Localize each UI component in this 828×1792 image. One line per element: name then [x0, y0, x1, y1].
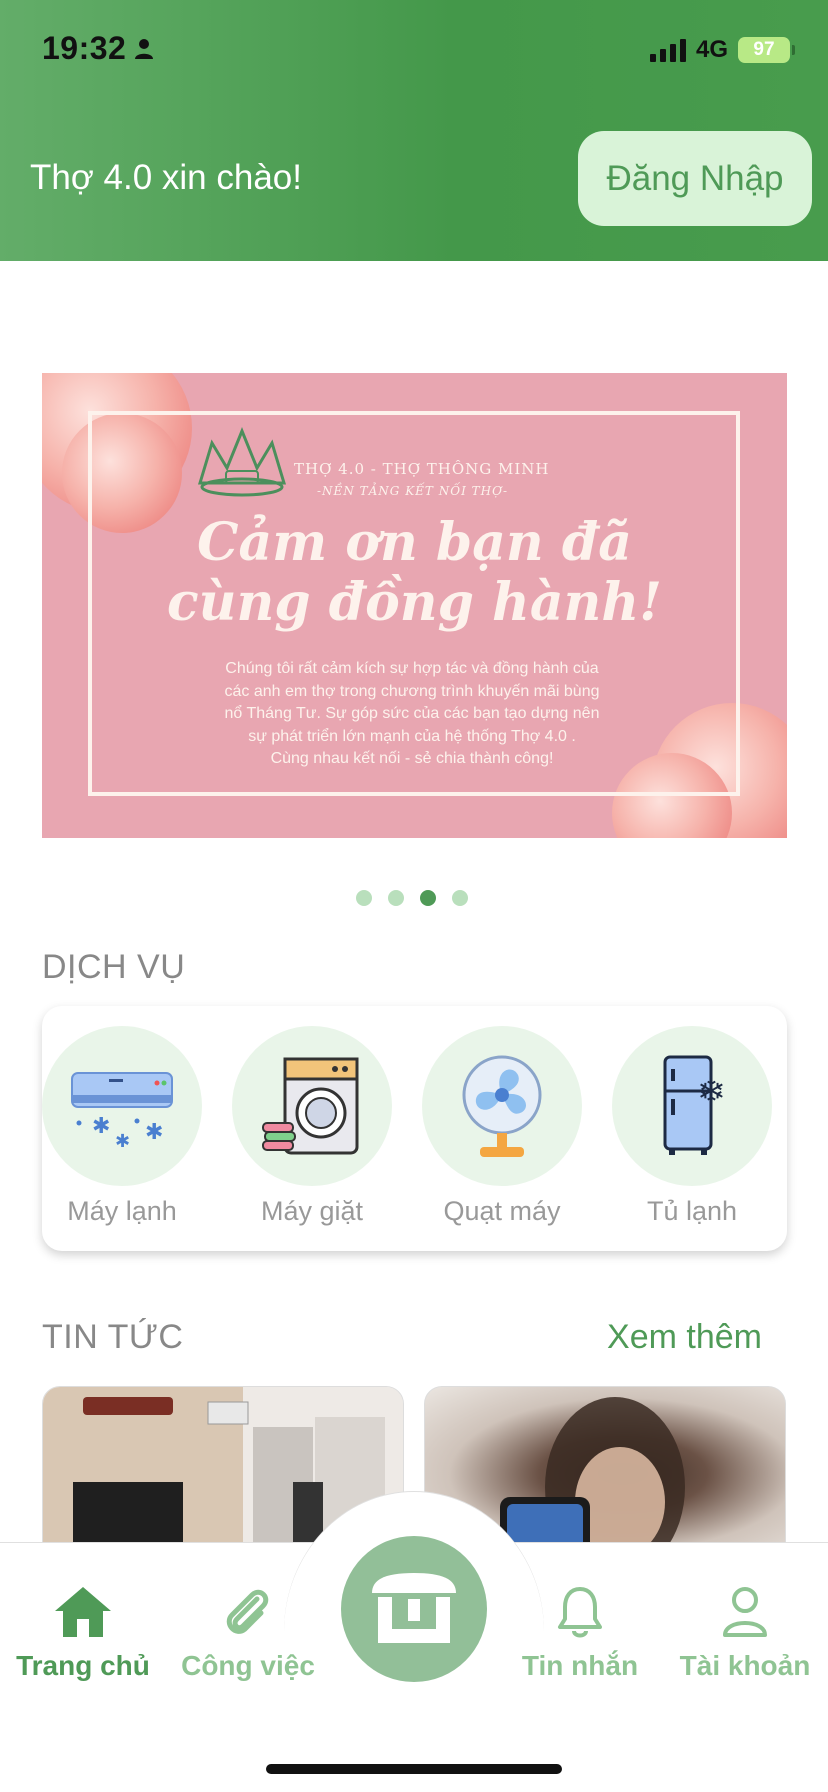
bell-icon	[558, 1587, 602, 1638]
carousel-dot-active[interactable]	[420, 890, 436, 906]
carousel-dot[interactable]	[356, 890, 372, 906]
service-fan[interactable]: Quạt máy	[422, 1026, 582, 1227]
paperclip-icon	[226, 1589, 269, 1634]
svg-text:✱: ✱	[115, 1131, 130, 1151]
home-icon	[55, 1587, 111, 1637]
app-header: 19:32 4G 97 Thợ 4.0 xin chào! Đăng Nhập	[0, 0, 828, 261]
status-time: 19:32	[42, 30, 154, 67]
service-washing-machine[interactable]: Máy giặt	[232, 1026, 392, 1227]
banner-body: Chúng tôi rất cảm kích sự hợp tác và đồn…	[224, 660, 600, 767]
fridge-icon: ❄	[663, 1055, 726, 1155]
greeting-text: Thợ 4.0 xin chào!	[30, 158, 302, 197]
crown-logo-icon	[197, 427, 287, 497]
service-label: Máy lạnh	[67, 1196, 177, 1226]
svg-text:✱: ✱	[92, 1114, 110, 1139]
service-label: Quạt máy	[443, 1196, 561, 1226]
person-icon	[135, 38, 154, 59]
carousel-dot[interactable]	[452, 890, 468, 906]
washing-machine-icon	[262, 1057, 359, 1155]
store-icon	[372, 1573, 456, 1643]
network-type: 4G	[695, 36, 728, 63]
service-air-conditioner[interactable]: ✱ ✱ ✱ Máy lạnh	[42, 1026, 202, 1227]
nav-home[interactable]: Trang chủ	[3, 1584, 163, 1682]
nav-account[interactable]: Tài khoản	[665, 1584, 825, 1682]
service-label: Máy giặt	[260, 1196, 364, 1226]
nav-messages[interactable]: Tin nhắn	[500, 1584, 660, 1682]
svg-text:✱: ✱	[145, 1120, 163, 1145]
promo-banner[interactable]: THỢ 4.0 - THỢ THÔNG MINH -NỀN TẢNG KẾT N…	[42, 373, 787, 838]
battery-level: 97	[753, 39, 775, 60]
nav-label: Tin nhắn	[521, 1650, 639, 1681]
service-label: Tủ lạnh	[646, 1196, 738, 1226]
user-icon	[723, 1587, 767, 1637]
nav-jobs[interactable]: Công việc	[168, 1584, 328, 1682]
services-card: ✱ ✱ ✱ Máy lạnh Máy giặt Quạt máy ❄ Tủ lạ…	[42, 1006, 787, 1251]
service-fridge[interactable]: ❄ Tủ lạnh	[612, 1026, 772, 1227]
status-indicators: 4G 97	[649, 36, 795, 64]
nav-label: Tài khoản	[679, 1650, 811, 1681]
banner-brand-sub: -NỀN TẢNG KẾT NỐI THỢ-	[317, 484, 508, 498]
carousel-dots	[356, 890, 468, 906]
news-title: TIN TỨC	[42, 1318, 184, 1356]
banner-brand: THỢ 4.0 - THỢ THÔNG MINH	[294, 460, 550, 478]
carousel-dot[interactable]	[388, 890, 404, 906]
login-button[interactable]: Đăng Nhập	[578, 131, 812, 226]
home-indicator[interactable]	[266, 1764, 562, 1774]
nav-label: Trang chủ	[16, 1650, 150, 1681]
services-title: DỊCH VỤ	[42, 948, 186, 986]
banner-title: Cảm ơn bạn đã cùng đồng hành!	[167, 512, 662, 633]
battery-icon: 97	[738, 37, 795, 63]
see-more-link[interactable]: Xem thêm	[607, 1318, 762, 1357]
air-conditioner-icon: ✱ ✱ ✱	[71, 1072, 173, 1151]
nav-label: Công việc	[181, 1650, 315, 1681]
fan-icon	[462, 1055, 542, 1157]
signal-icon	[649, 38, 686, 62]
svg-text:❄: ❄	[697, 1072, 726, 1112]
status-bar: 19:32 4G 97	[0, 0, 828, 100]
store-button[interactable]	[341, 1536, 487, 1682]
